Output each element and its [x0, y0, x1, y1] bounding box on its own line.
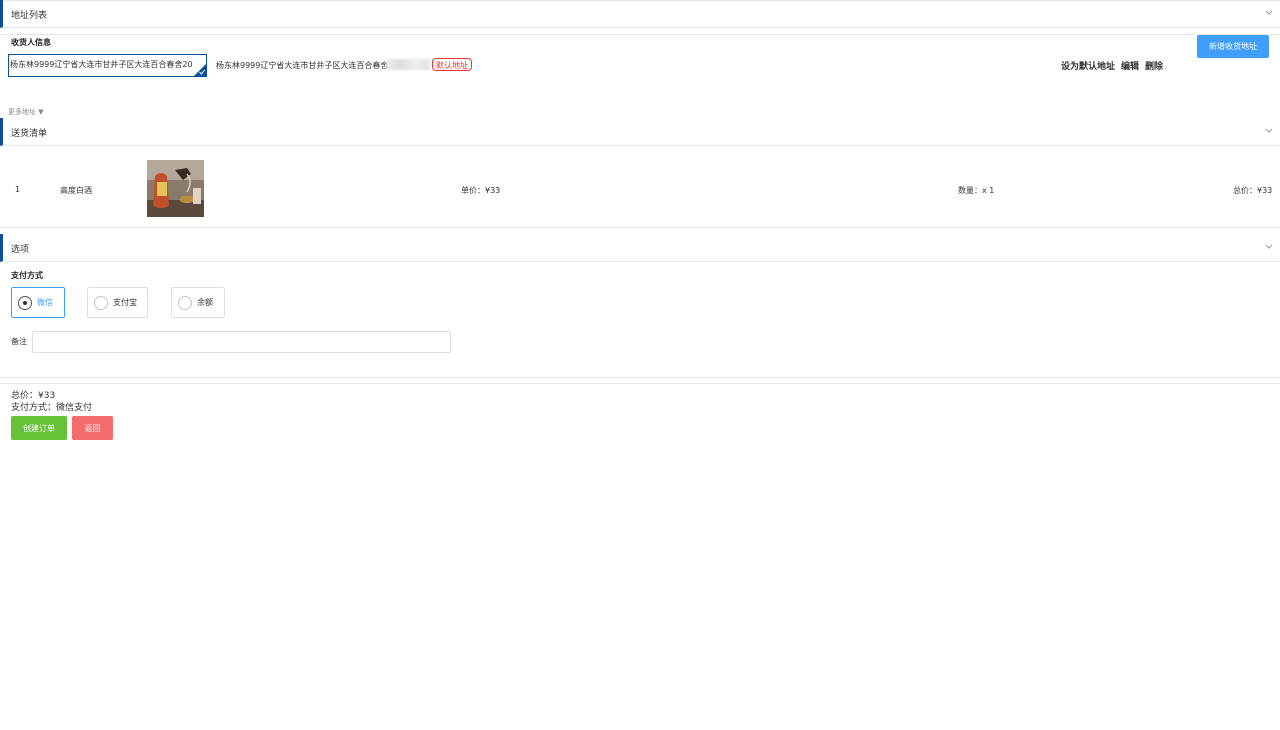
divider: [0, 227, 1280, 228]
back-button[interactable]: 返回: [72, 416, 113, 440]
goods-name: 高度白酒: [60, 186, 92, 195]
check-icon: [199, 69, 205, 75]
payment-method-label: 支付方式: [11, 271, 43, 280]
goods-unit-price: 单价：¥33: [461, 186, 501, 195]
address-line: 杨东林9999辽宁省大连市甘井子区大连百合春舍20: [216, 61, 399, 70]
divider: [0, 34, 1280, 35]
options-section-title: 选项: [11, 245, 30, 255]
blurred-phone: [386, 59, 430, 70]
address-section-header[interactable]: 地址列表: [0, 0, 1280, 28]
radio-icon[interactable]: [178, 296, 192, 310]
goods-total: 总价：¥33: [1233, 186, 1273, 195]
goods-index: 1: [15, 185, 21, 194]
payment-option-balance[interactable]: 余额: [171, 287, 225, 318]
payment-option-label: 微信: [37, 298, 53, 307]
payment-option-wechat[interactable]: 微信: [11, 287, 65, 318]
divider: [0, 383, 1280, 384]
payment-option-label: 支付宝: [113, 298, 137, 307]
goods-row: 1 高度白酒 单价：¥33 数量：x 1 总价：¥33: [0, 160, 1280, 220]
receiver-info-label: 收货人信息: [11, 38, 51, 47]
set-default-address-link[interactable]: 设为默认地址: [1061, 59, 1115, 72]
more-addresses-toggle[interactable]: 更多地址 ▼: [8, 107, 44, 117]
goods-quantity: 数量：x 1: [958, 186, 995, 195]
edit-address-link[interactable]: 编辑: [1121, 59, 1139, 72]
add-address-button[interactable]: 新增收货地址: [1197, 35, 1269, 58]
payment-option-alipay[interactable]: 支付宝: [87, 287, 148, 318]
default-address-badge: 默认地址: [432, 58, 472, 71]
goods-section-header[interactable]: 送货清单: [0, 118, 1280, 146]
payment-option-label: 余额: [197, 298, 213, 307]
product-image: [147, 160, 204, 217]
delete-address-link[interactable]: 删除: [1145, 59, 1163, 72]
remark-label: 备注: [11, 337, 27, 346]
chevron-down-icon[interactable]: [1264, 242, 1274, 252]
chevron-down-icon[interactable]: [1264, 126, 1274, 136]
divider: [0, 377, 1280, 378]
options-section-header[interactable]: 选项: [0, 234, 1280, 262]
radio-icon[interactable]: [94, 296, 108, 310]
goods-section-title: 送货清单: [11, 129, 48, 139]
create-order-button[interactable]: 创建订单: [11, 416, 67, 440]
chevron-down-icon[interactable]: [1264, 8, 1274, 18]
selected-address-text: 杨东林9999辽宁省大连市甘井子区大连百合春舍20: [10, 60, 193, 69]
remark-input[interactable]: [32, 331, 451, 353]
selected-address-card[interactable]: 杨东林9999辽宁省大连市甘井子区大连百合春舍20: [8, 54, 207, 77]
radio-selected-icon[interactable]: [18, 296, 32, 310]
summary-payment-method: 支付方式：微信支付: [11, 403, 93, 413]
address-section-title: 地址列表: [11, 11, 48, 21]
